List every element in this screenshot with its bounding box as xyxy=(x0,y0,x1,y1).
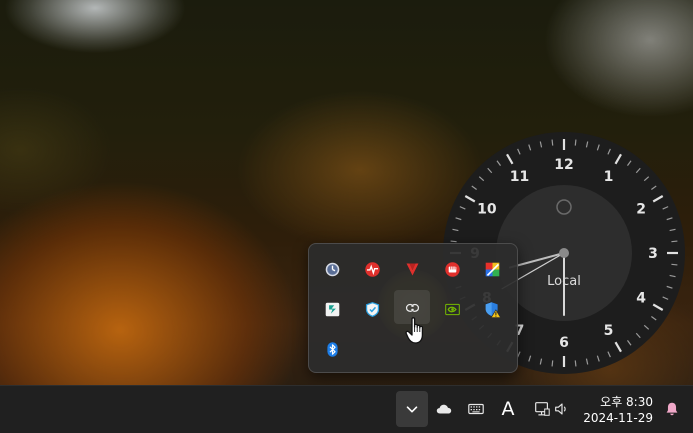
clock-number: 10 xyxy=(477,202,497,218)
taskbar-clock[interactable]: 오후 8:30 2024-11-29 xyxy=(583,394,653,426)
touch-keyboard-button[interactable] xyxy=(460,391,492,427)
clock-minor-tick xyxy=(551,360,554,367)
input-indicator-button[interactable]: A xyxy=(492,391,524,427)
keyboard-icon xyxy=(468,403,484,415)
green-shield-app-icon[interactable] xyxy=(314,292,350,326)
clock-center-pin xyxy=(559,248,569,258)
clock-number: 2 xyxy=(636,202,646,218)
tray-overflow-flyout xyxy=(308,243,518,373)
creative-cloud-icon[interactable] xyxy=(394,290,430,324)
notifications-button[interactable] xyxy=(656,391,688,427)
clock-minor-tick xyxy=(574,139,577,146)
cloud-icon xyxy=(436,404,452,414)
bluetooth-icon[interactable] xyxy=(314,332,350,366)
color-palette-app-icon[interactable] xyxy=(474,252,510,286)
clock-number: 6 xyxy=(559,335,569,351)
clock-number: 1 xyxy=(604,169,614,185)
bell-icon xyxy=(666,402,678,416)
clock-number: 4 xyxy=(636,291,646,307)
clock-minor-tick xyxy=(671,240,678,243)
input-mode-label: A xyxy=(501,398,515,420)
clock-minor-tick xyxy=(671,263,678,266)
network-icon xyxy=(535,402,550,416)
clock-app-icon[interactable] xyxy=(314,252,350,286)
nvidia-icon[interactable] xyxy=(434,292,470,326)
clock-number: 11 xyxy=(510,169,529,185)
volume-icon xyxy=(555,403,566,415)
v-logo-app-icon[interactable] xyxy=(394,252,430,286)
fist-app-icon[interactable] xyxy=(434,252,470,286)
chevron-up-icon xyxy=(406,406,418,413)
clock-minor-tick xyxy=(551,139,554,146)
clock-number: 3 xyxy=(648,246,658,262)
clock-number: 12 xyxy=(554,157,573,173)
network-volume-button[interactable] xyxy=(524,391,580,427)
taskbar-date: 2024-11-29 xyxy=(583,411,653,425)
heartbeat-app-icon[interactable] xyxy=(354,252,390,286)
taskbar: A 오후 8:30 2024-11-29 xyxy=(0,385,693,433)
onedrive-tray-button[interactable] xyxy=(428,391,460,427)
clock-number: 5 xyxy=(604,323,614,339)
security-shield-icon[interactable] xyxy=(354,292,390,326)
clock-minor-tick xyxy=(574,360,577,367)
taskbar-time: 오후 8:30 xyxy=(600,395,653,409)
clock-minor-tick xyxy=(450,240,457,243)
show-hidden-icons-button[interactable] xyxy=(396,391,428,427)
windows-security-warning-icon[interactable] xyxy=(474,292,510,326)
